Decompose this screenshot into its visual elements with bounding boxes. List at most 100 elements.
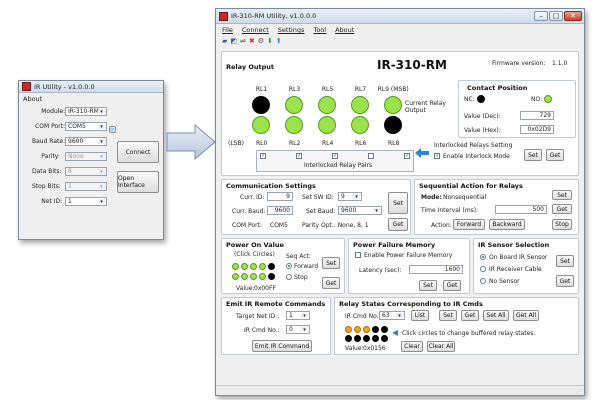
backward-button[interactable]: Backward: [489, 219, 525, 230]
power-on-bit[interactable]: [268, 273, 275, 280]
relay-state-bit[interactable]: [363, 326, 370, 333]
value-hex-field[interactable]: 0x02D9: [520, 125, 554, 134]
relay-states-set-all-button[interactable]: Set All: [483, 310, 509, 321]
maximize-button[interactable]: □: [549, 11, 563, 21]
power-on-get-button[interactable]: Get: [322, 277, 340, 289]
relay-states-get-button[interactable]: Get: [461, 310, 479, 321]
interlock-pair-checkbox[interactable]: ✓: [332, 153, 338, 159]
settings-icon[interactable]: ⚙: [258, 37, 264, 45]
enable-interlock-checkbox[interactable]: ✓: [434, 153, 440, 159]
relay-indicator[interactable]: [285, 116, 303, 134]
connect-button[interactable]: Connect: [117, 141, 159, 163]
power-failure-set-button[interactable]: Set: [419, 280, 437, 291]
disconnect-icon[interactable]: ✖: [249, 37, 255, 45]
emit-ir-command-button[interactable]: Emit IR Command: [252, 340, 312, 352]
value-dec-field[interactable]: 729: [520, 111, 554, 120]
relay-indicator[interactable]: [318, 96, 336, 114]
power-on-bit[interactable]: [241, 273, 248, 280]
relay-state-bit[interactable]: [345, 335, 352, 342]
ir-sensor-set-button[interactable]: Set: [556, 255, 574, 267]
ir-sensor-radio[interactable]: [480, 278, 486, 284]
minimize-button[interactable]: –: [534, 11, 548, 21]
interlock-pair-checkbox[interactable]: [368, 153, 374, 159]
power-on-bit[interactable]: [259, 263, 266, 270]
interlock-pair-checkbox[interactable]: ✓: [296, 153, 302, 159]
open-icon[interactable]: ▰: [222, 37, 227, 45]
small-field-select[interactable]: 9600 ▾: [65, 137, 107, 146]
power-on-bit[interactable]: [232, 263, 239, 270]
set-baud-select[interactable]: 9600 ▾: [338, 206, 382, 215]
enable-power-failure-checkbox[interactable]: [355, 252, 361, 258]
emit-cmd-no-select[interactable]: 0 ▾: [286, 325, 310, 334]
seq-act-forward-radio[interactable]: [286, 263, 292, 269]
menu-settings[interactable]: Settings: [278, 26, 305, 34]
power-on-bit[interactable]: [241, 263, 248, 270]
relay-state-bit[interactable]: [381, 335, 388, 342]
interlock-pair-checkbox[interactable]: ✓: [404, 153, 410, 159]
relay-indicator[interactable]: [384, 96, 402, 114]
menu-about[interactable]: About: [23, 95, 42, 103]
upload-icon[interactable]: ⬆: [276, 37, 282, 45]
open-interface-button[interactable]: Open Interface: [117, 171, 159, 193]
relay-states-set-button[interactable]: Set: [439, 310, 457, 321]
ir-sensor-get-button[interactable]: Get: [556, 275, 574, 287]
power-on-bit[interactable]: [250, 263, 257, 270]
power-failure-get-button[interactable]: Get: [443, 280, 461, 291]
small-field-select[interactable]: COM5 ▾: [65, 122, 107, 131]
relay-indicator[interactable]: [351, 116, 369, 134]
relay-state-bit[interactable]: [354, 326, 361, 333]
relay-indicator[interactable]: [318, 116, 336, 134]
relay-states-cmd-select[interactable]: 63 ▾: [379, 311, 405, 320]
menu-about[interactable]: About: [335, 26, 354, 34]
relay-state-bit[interactable]: [372, 326, 379, 333]
ir-sensor-radio[interactable]: [480, 266, 486, 272]
power-on-bit[interactable]: [259, 273, 266, 280]
relay-state-bit[interactable]: [363, 335, 370, 342]
relay-indicator[interactable]: [285, 96, 303, 114]
menu-file[interactable]: File: [222, 26, 233, 34]
power-on-bit[interactable]: [250, 273, 257, 280]
power-on-bit[interactable]: [232, 273, 239, 280]
save-icon[interactable]: ◩: [230, 37, 237, 45]
small-field-select[interactable]: 1 ▾: [65, 197, 107, 206]
curr-id-field[interactable]: 9: [267, 192, 293, 201]
power-on-set-button[interactable]: Set: [322, 257, 340, 269]
target-net-id-select[interactable]: 1 ▾: [286, 311, 310, 320]
relay-indicator[interactable]: [351, 96, 369, 114]
relay-state-bit[interactable]: [354, 335, 361, 342]
download-icon[interactable]: ⬇: [267, 37, 273, 45]
relay-states-list-button[interactable]: List: [411, 310, 429, 321]
comm-set-button[interactable]: Set: [388, 192, 408, 214]
interval-field[interactable]: 500: [495, 205, 547, 214]
interlock-get-button[interactable]: Get: [546, 149, 564, 161]
relay-indicator[interactable]: [252, 116, 270, 134]
seq-set-button[interactable]: Set: [552, 190, 572, 200]
relay-states-get-all-button[interactable]: Get All: [513, 310, 539, 321]
menu-connect[interactable]: Connect: [242, 26, 269, 34]
seq-act-stop-radio[interactable]: [286, 274, 292, 280]
resize-grip-icon[interactable]: ⋰: [576, 388, 582, 395]
interlock-pair-checkbox[interactable]: ✓: [260, 153, 266, 159]
close-button[interactable]: ✕: [564, 11, 582, 21]
comm-get-button[interactable]: Get: [388, 218, 408, 231]
forward-button[interactable]: Forward: [453, 219, 485, 230]
relay-state-bit[interactable]: [381, 326, 388, 333]
relay-indicator[interactable]: [252, 96, 270, 114]
refresh-com-button[interactable]: ⟳: [109, 126, 116, 133]
latency-field[interactable]: 1600: [409, 265, 463, 274]
connect-icon[interactable]: ⇌: [240, 37, 246, 45]
power-on-bit[interactable]: [268, 263, 275, 270]
relay-state-bit[interactable]: [372, 335, 379, 342]
set-sw-id-select[interactable]: 9 ▾: [338, 192, 362, 201]
small-field-select[interactable]: IR-310-RM ▾: [65, 107, 107, 116]
interlock-set-button[interactable]: Set: [524, 149, 542, 161]
seq-get-button[interactable]: Get: [552, 204, 572, 214]
relay-states-clear-button[interactable]: Clear: [401, 341, 423, 352]
stop-button[interactable]: Stop: [552, 219, 572, 230]
relay-states-clear-all-button[interactable]: Clear All: [427, 341, 455, 352]
ir-sensor-radio[interactable]: [480, 254, 486, 260]
menu-tool[interactable]: Tool: [313, 26, 326, 34]
relay-state-bit[interactable]: [345, 326, 352, 333]
relay-indicator[interactable]: [384, 116, 402, 134]
curr-baud-field[interactable]: 9600: [267, 206, 293, 215]
